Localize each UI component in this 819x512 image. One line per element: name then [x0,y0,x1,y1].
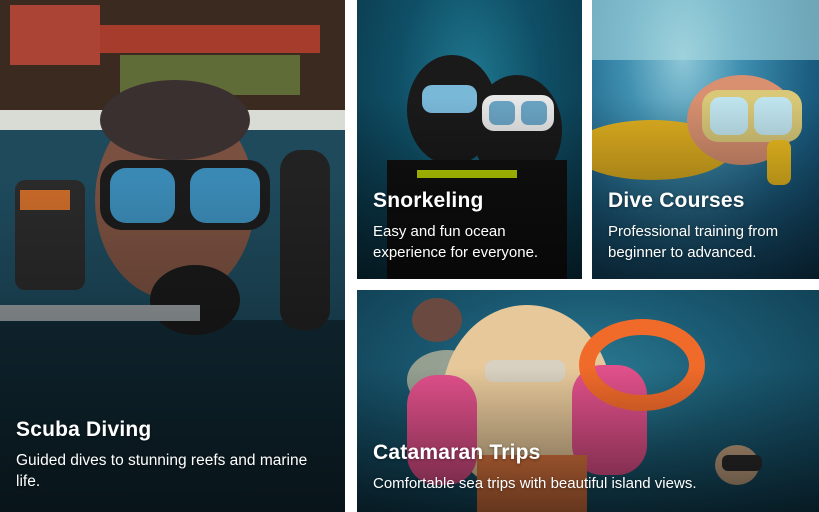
activity-card-catamaran-trips[interactable]: Catamaran Trips Comfortable sea trips wi… [357,290,819,512]
catamaran-trips-caption: Catamaran Trips Comfortable sea trips wi… [373,441,807,494]
card-title: Catamaran Trips [373,441,541,464]
snorkeling-caption: Snorkeling Easy and fun ocean experience… [373,189,570,263]
card-description: Professional training from beginner to a… [608,223,779,261]
card-description: Guided dives to stunning reefs and marin… [16,452,308,490]
scuba-diving-caption: Scuba Diving Guided dives to stunning re… [16,418,333,492]
card-title: Scuba Diving [16,418,152,441]
card-title: Dive Courses [608,189,745,212]
activity-card-dive-courses[interactable]: Dive Courses Professional training from … [592,0,819,279]
card-description: Comfortable sea trips with beautiful isl… [373,475,697,492]
activity-card-snorkeling[interactable]: Snorkeling Easy and fun ocean experience… [357,0,582,279]
dive-courses-caption: Dive Courses Professional training from … [608,189,807,263]
card-description: Easy and fun ocean experience for everyo… [373,223,539,261]
card-title: Snorkeling [373,189,484,212]
activity-card-scuba-diving[interactable]: Scuba Diving Guided dives to stunning re… [0,0,345,512]
activities-grid: Scuba Diving Guided dives to stunning re… [0,0,819,512]
